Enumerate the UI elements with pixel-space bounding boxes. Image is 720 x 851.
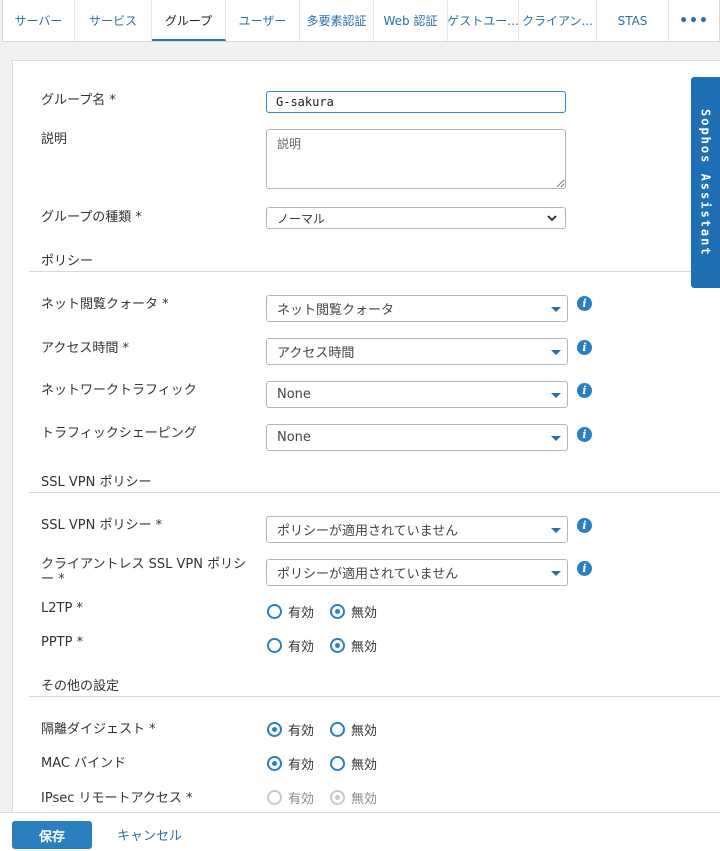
mac-binding-enable-radio[interactable]: 有効 xyxy=(267,754,314,773)
ssl-vpn-policy-value: ポリシーが適用されていません xyxy=(277,524,459,539)
caret-down-icon xyxy=(551,307,561,312)
caret-down-icon xyxy=(551,528,561,533)
tab-stas[interactable]: STAS xyxy=(597,0,669,41)
l2tp-label: L2TP * xyxy=(41,601,83,616)
ipsec-remote-radio-group: 有効 無効 xyxy=(267,788,393,807)
info-icon[interactable]: i xyxy=(577,340,592,355)
group-type-value: ノーマル xyxy=(277,211,326,226)
chevron-down-icon xyxy=(547,215,557,222)
web-quota-label: ネット閲覧クォータ * xyxy=(41,297,169,312)
ipsec-remote-label: IPsec リモートアクセス * xyxy=(41,791,193,806)
pptp-label: PPTP * xyxy=(41,635,84,650)
tab-groups[interactable]: グループ xyxy=(152,0,226,41)
network-traffic-dropdown[interactable]: None xyxy=(266,381,568,408)
l2tp-radio-group: 有効 無効 xyxy=(267,602,393,621)
ssl-vpn-section-title: SSL VPN ポリシー xyxy=(41,475,152,490)
traffic-shaping-dropdown[interactable]: None xyxy=(266,424,568,451)
clientless-ssl-value: ポリシーが適用されていません xyxy=(277,567,459,582)
other-settings-section-header: その他の設定 xyxy=(29,671,720,697)
web-quota-value: ネット閲覧クォータ xyxy=(277,303,395,318)
ipsec-remote-enable-radio: 有効 xyxy=(267,788,314,807)
caret-down-icon xyxy=(551,350,561,355)
policy-section-title: ポリシー xyxy=(41,254,94,269)
tab-bar: サーバー サービス グループ ユーザー 多要素認証 Web 認証 ゲストユー..… xyxy=(2,0,720,42)
quarantine-digest-disable-radio[interactable]: 無効 xyxy=(330,720,377,739)
network-traffic-label: ネットワークトラフィック xyxy=(41,383,197,398)
policy-section-header: ポリシー xyxy=(29,246,720,272)
group-name-input[interactable] xyxy=(266,91,566,113)
tab-users[interactable]: ユーザー xyxy=(226,0,300,41)
ipsec-remote-disable-radio: 無効 xyxy=(330,788,377,807)
access-time-label: アクセス時間 * xyxy=(41,341,129,356)
info-icon[interactable]: i xyxy=(577,427,592,442)
clientless-ssl-dropdown[interactable]: ポリシーが適用されていません xyxy=(266,559,568,586)
pptp-radio-group: 有効 無効 xyxy=(267,636,393,655)
form-footer: 保存 キャンセル xyxy=(0,812,720,851)
ssl-vpn-policy-label: SSL VPN ポリシー * xyxy=(41,518,163,533)
network-traffic-value: None xyxy=(277,387,311,402)
caret-down-icon xyxy=(551,436,561,441)
tab-mfa[interactable]: 多要素認証 xyxy=(300,0,374,41)
caret-down-icon xyxy=(551,393,561,398)
group-type-label: グループの種類 * xyxy=(41,210,142,225)
access-time-value: アクセス時間 xyxy=(277,346,355,361)
mac-binding-radio-group: 有効 無効 xyxy=(267,754,393,773)
mac-binding-label: MAC バインド xyxy=(41,756,127,771)
group-type-select[interactable]: ノーマル xyxy=(266,207,566,229)
group-name-label: グループ名 * xyxy=(41,93,116,108)
sophos-assistant-tab[interactable]: Sophos Assistant xyxy=(691,77,720,288)
caret-down-icon xyxy=(551,571,561,576)
info-icon[interactable]: i xyxy=(577,561,592,576)
quarantine-digest-radio-group: 有効 無効 xyxy=(267,720,393,739)
ssl-vpn-policy-dropdown[interactable]: ポリシーが適用されていません xyxy=(266,516,568,543)
info-icon[interactable]: i xyxy=(577,296,592,311)
info-icon[interactable]: i xyxy=(577,518,592,533)
tab-servers[interactable]: サーバー xyxy=(3,0,75,41)
description-label: 説明 xyxy=(41,132,68,147)
l2tp-disable-radio[interactable]: 無効 xyxy=(330,602,377,621)
info-icon[interactable]: i xyxy=(577,383,592,398)
group-form-card: グループ名 * 説明 グループの種類 * ノーマル ポリシー ネット閲覧クォータ… xyxy=(12,60,720,820)
tab-clients[interactable]: クライアン... xyxy=(519,0,597,41)
tab-web-auth[interactable]: Web 認証 xyxy=(374,0,448,41)
quarantine-digest-enable-radio[interactable]: 有効 xyxy=(267,720,314,739)
pptp-disable-radio[interactable]: 無効 xyxy=(330,636,377,655)
more-tabs-icon[interactable]: ••• xyxy=(669,0,719,41)
traffic-shaping-value: None xyxy=(277,430,311,445)
access-time-dropdown[interactable]: アクセス時間 xyxy=(266,338,568,365)
pptp-enable-radio[interactable]: 有効 xyxy=(267,636,314,655)
web-quota-dropdown[interactable]: ネット閲覧クォータ xyxy=(266,295,568,322)
clientless-ssl-label: クライアントレス SSL VPN ポリシー * xyxy=(41,557,247,587)
l2tp-enable-radio[interactable]: 有効 xyxy=(267,602,314,621)
tab-services[interactable]: サービス xyxy=(75,0,152,41)
ssl-vpn-section-header: SSL VPN ポリシー xyxy=(29,467,720,493)
traffic-shaping-label: トラフィックシェーピング xyxy=(41,426,197,441)
other-settings-section-title: その他の設定 xyxy=(41,679,120,694)
mac-binding-disable-radio[interactable]: 無効 xyxy=(330,754,377,773)
description-textarea[interactable] xyxy=(266,129,566,189)
cancel-button[interactable]: キャンセル xyxy=(117,825,182,844)
quarantine-digest-label: 隔離ダイジェスト * xyxy=(41,722,156,737)
save-button[interactable]: 保存 xyxy=(12,821,92,849)
sophos-assistant-label: Sophos Assistant xyxy=(698,108,713,257)
tab-guest-users[interactable]: ゲストユー... xyxy=(448,0,519,41)
